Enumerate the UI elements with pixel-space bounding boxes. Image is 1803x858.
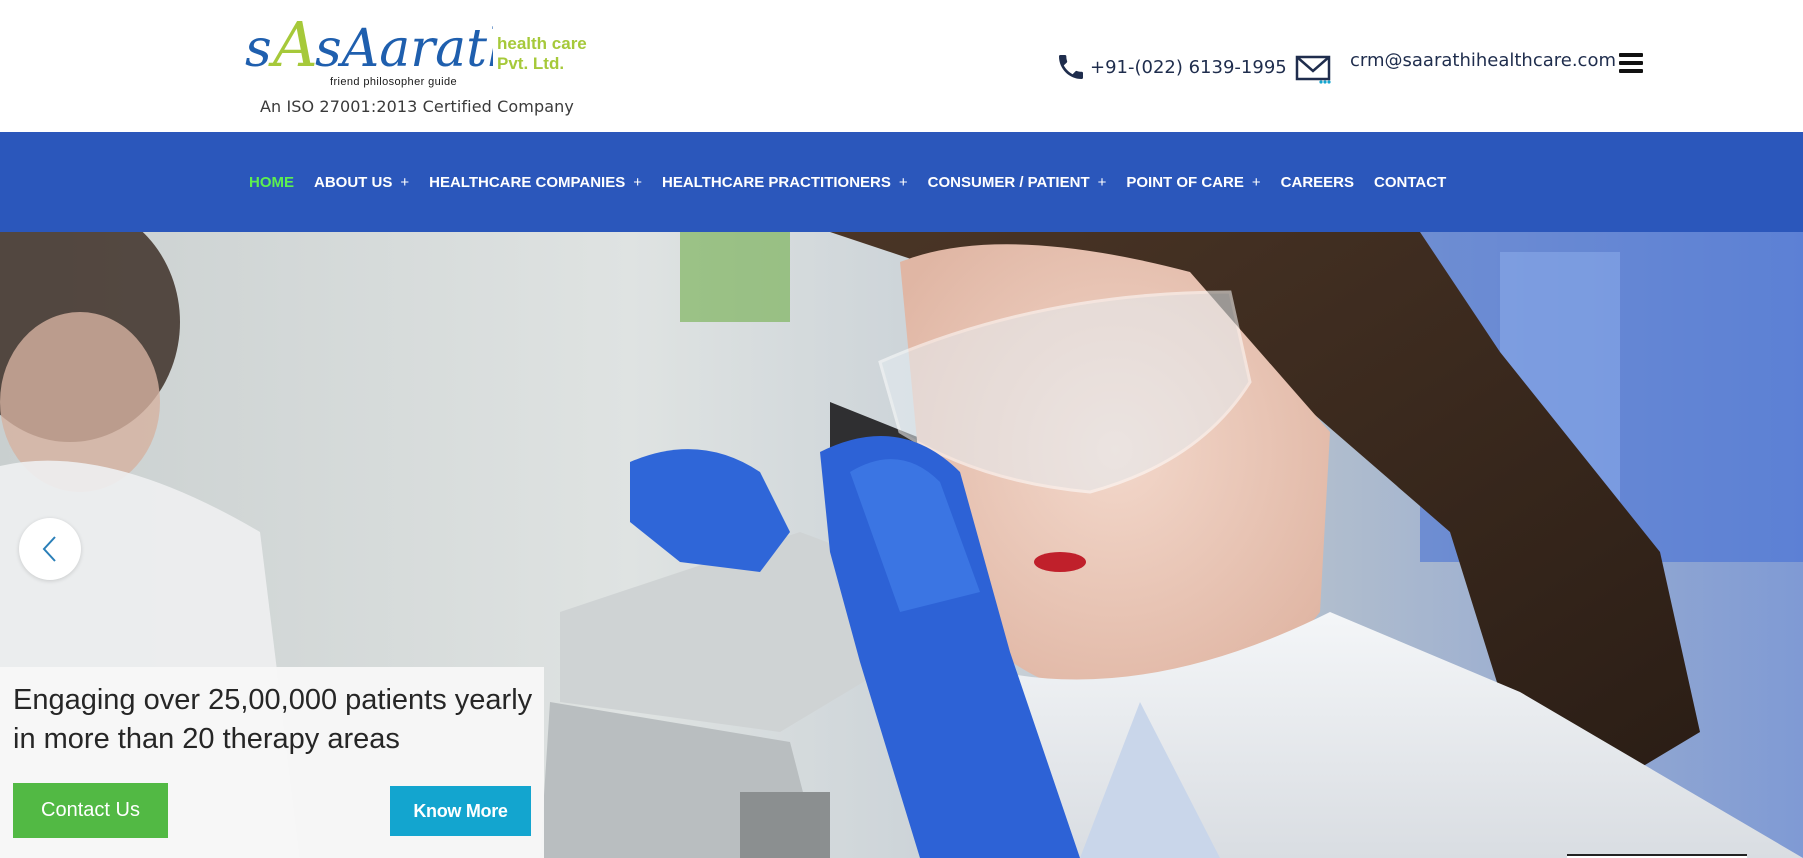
hero-slider: Engaging over 25,00,000 patients yearly … [0,232,1803,858]
phone-icon [1059,55,1083,79]
nav-item-about-us[interactable]: ABOUT US + [314,174,409,191]
top-header: s A sAarathi friend philosopher guide he… [0,0,1803,132]
svg-text:s: s [245,19,272,79]
phone-link[interactable]: +91-(022) 6139-1995 [1055,50,1287,84]
nav-item-label: CONTACT [1374,173,1447,191]
iso-certification-text: An ISO 27001:2013 Certified Company [260,97,574,116]
nav-item-home[interactable]: HOME [249,174,294,191]
know-more-button[interactable]: Know More [390,786,531,836]
logo-suffix: health care Pvt. Ltd. [497,34,587,74]
expand-plus-icon[interactable]: + [1252,174,1261,191]
hero-caption-text: Engaging over 25,00,000 patients yearly … [13,684,533,755]
nav-item-careers[interactable]: CAREERS [1281,174,1354,191]
nav-item-label: HEALTHCARE PRACTITIONERS [662,173,891,191]
nav-item-label: ABOUT US [314,173,393,191]
expand-plus-icon[interactable]: + [633,174,642,191]
nav-item-label: HEALTHCARE COMPANIES [429,173,626,191]
nav-item-point-of-care[interactable]: POINT OF CARE + [1126,174,1260,191]
nav-item-healthcare-companies[interactable]: HEALTHCARE COMPANIES + [429,174,642,191]
nav-item-label: HOME [249,173,294,191]
logo-tagline: friend philosopher guide [330,76,458,88]
nav-item-consumer-patient[interactable]: CONSUMER / PATIENT + [928,174,1107,191]
logo-suffix-line2: Pvt. Ltd. [497,54,565,73]
main-navigation: HOME ABOUT US + HEALTHCARE COMPANIES + HEALTH… [0,132,1803,232]
logo-text: sAarathi [315,19,493,79]
expand-plus-icon[interactable]: + [1098,174,1107,191]
slider-prev-button[interactable] [19,518,81,580]
nav-item-label: POINT OF CARE [1126,173,1244,191]
nav-list: HOME ABOUT US + HEALTHCARE COMPANIES + HEALTH… [249,132,1466,232]
floating-widget-edge[interactable] [1567,854,1747,858]
hamburger-menu-icon[interactable] [1619,53,1643,75]
logo-suffix-line1: health care [497,34,587,53]
expand-plus-icon[interactable]: + [899,174,908,191]
expand-plus-icon[interactable]: + [400,174,409,191]
svg-text:A: A [268,12,318,81]
nav-item-label: CONSUMER / PATIENT [927,173,1090,191]
mail-icon [1295,55,1331,84]
nav-item-contact[interactable]: CONTACT [1374,174,1446,191]
nav-item-healthcare-practitioners[interactable]: HEALTHCARE PRACTITIONERS + [662,174,908,191]
email-address: crm@saarathihealthcare.com [1350,50,1617,71]
logo-wordmark: s A sAarathi [245,12,493,81]
chevron-left-icon [42,536,56,562]
site-logo[interactable]: s A sAarathi friend philosopher guide he… [243,12,598,120]
contact-us-button[interactable]: Contact Us [13,783,168,838]
phone-number: +91-(022) 6139-1995 [1090,56,1287,78]
nav-item-label: CAREERS [1280,173,1355,191]
